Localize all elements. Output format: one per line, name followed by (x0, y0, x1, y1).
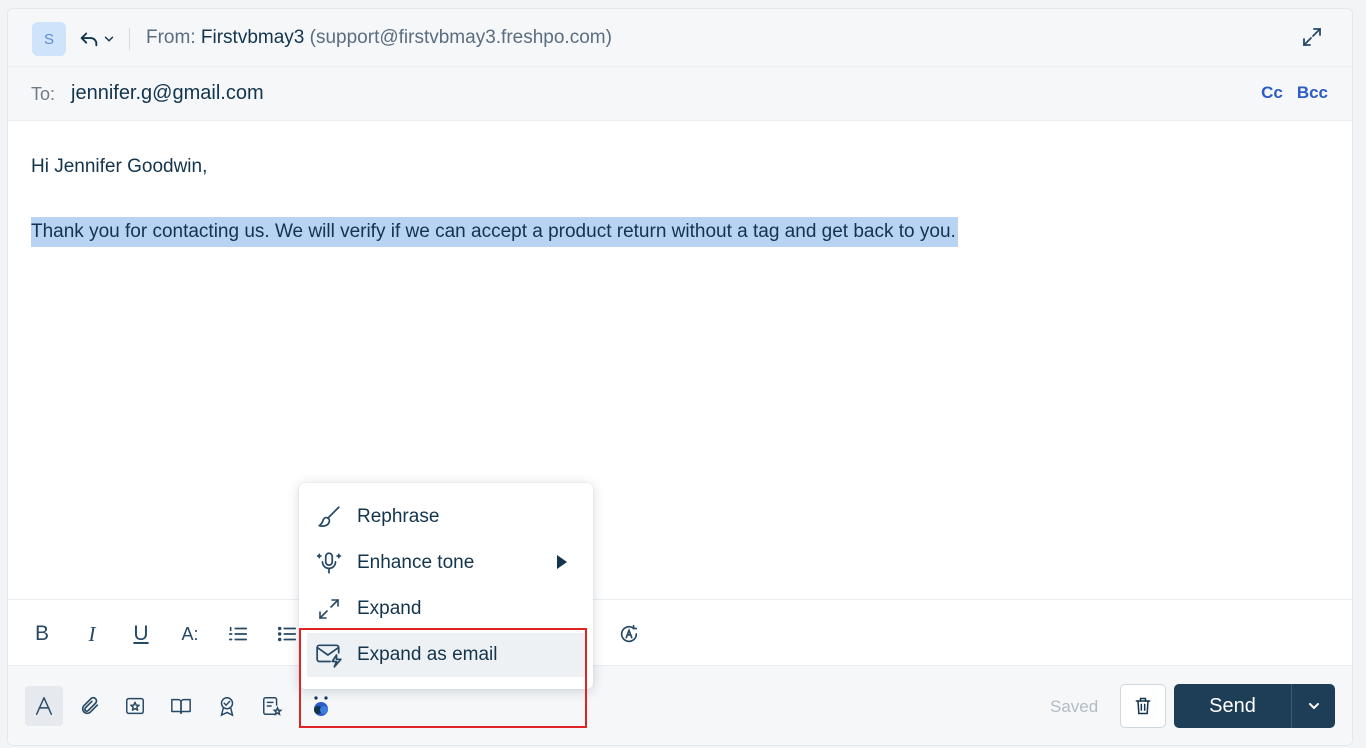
menu-item-expand[interactable]: Expand (307, 587, 585, 631)
chevron-down-icon (104, 36, 114, 42)
microphone-sparkle-icon (315, 549, 343, 577)
discard-draft-button[interactable] (1120, 684, 1166, 728)
underline-button[interactable]: U (127, 620, 155, 648)
expand-arrows-icon (315, 595, 343, 623)
italic-icon: I (88, 621, 96, 646)
divider (129, 28, 130, 50)
underline-icon: U (133, 622, 149, 645)
message-body[interactable]: Hi Jennifer Goodwin, Thank you for conta… (31, 153, 1331, 247)
bold-button[interactable]: B (28, 620, 56, 648)
menu-item-expand-as-email[interactable]: Expand as email (307, 633, 585, 677)
to-recipient[interactable]: jennifer.g@gmail.com (71, 82, 264, 105)
chevron-down-icon (1308, 703, 1319, 710)
expand-icon (1303, 28, 1321, 46)
freddy-ai-icon (314, 696, 328, 716)
solution-article-button[interactable] (162, 686, 200, 726)
reply-editor: S From: Firstvbmay3 (support@firstvbmay3… (7, 8, 1353, 746)
attach-button[interactable] (71, 686, 109, 726)
from-label: From: (146, 27, 196, 48)
trash-icon (1135, 697, 1151, 715)
reply-icon (80, 32, 98, 47)
cc-bcc-links: Cc Bcc (1261, 83, 1328, 103)
action-bar: Saved Send (8, 665, 1352, 745)
format-toolbar: B I U A: (8, 599, 1352, 665)
fullscreen-button[interactable] (1300, 25, 1324, 49)
saved-status: Saved (1050, 697, 1099, 716)
freddy-ai-button[interactable] (302, 686, 340, 726)
brush-icon (315, 503, 343, 531)
menu-item-label: Expand as email (357, 644, 498, 665)
template-star-icon (263, 697, 283, 716)
menu-item-enhance-tone[interactable]: Enhance tone (307, 541, 585, 585)
to-row: To: jennifer.g@gmail.com Cc Bcc (8, 67, 1352, 121)
template-button[interactable] (253, 686, 291, 726)
avatar: S (32, 22, 66, 56)
from-name: Firstvbmay3 (200, 27, 305, 48)
menu-item-rephrase[interactable]: Rephrase (307, 495, 585, 539)
submenu-arrow-icon (557, 555, 567, 569)
text-format-icon (35, 697, 53, 715)
italic-button[interactable]: I (78, 620, 106, 648)
bcc-link[interactable]: Bcc (1297, 83, 1328, 103)
from-email: (support@firstvbmay3.freshpo.com) (309, 27, 612, 48)
text-format-toggle[interactable] (25, 686, 63, 726)
selected-text: Thank you for contacting us. We will ver… (31, 217, 958, 247)
ai-actions-menu: Rephrase Enhance tone Expand Expand as e… (299, 483, 593, 689)
award-icon (220, 697, 234, 717)
font-size-icon: A: (181, 623, 199, 644)
from-line[interactable]: From: Firstvbmay3 (support@firstvbmay3.f… (146, 27, 612, 49)
bullet-list-icon (277, 626, 297, 642)
from-row: S From: Firstvbmay3 (support@firstvbmay3… (8, 9, 1352, 67)
mail-bolt-icon (315, 641, 343, 669)
menu-item-label: Rephrase (357, 506, 440, 527)
spell-check-button[interactable] (615, 620, 643, 648)
canned-response-button[interactable] (116, 686, 154, 726)
bullet-list-button[interactable] (273, 620, 301, 648)
reply-type-dropdown[interactable] (78, 25, 122, 53)
cc-link[interactable]: Cc (1261, 83, 1283, 103)
menu-item-label: Enhance tone (357, 552, 475, 573)
send-options-dropdown[interactable] (1291, 684, 1335, 728)
numbered-list-button[interactable] (224, 620, 252, 648)
bold-icon: B (34, 622, 49, 645)
book-icon (171, 698, 191, 715)
numbered-list-icon (228, 626, 248, 641)
spell-check-icon (620, 624, 638, 643)
font-size-button[interactable]: A: (176, 620, 204, 648)
greeting-text: Hi Jennifer Goodwin, (31, 156, 208, 177)
paperclip-icon (81, 696, 99, 715)
canned-response-icon (126, 697, 144, 715)
to-label: To: (31, 84, 56, 104)
satisfaction-survey-button[interactable] (208, 686, 246, 726)
send-button[interactable]: Send (1174, 684, 1291, 728)
send-button-group: Send (1174, 684, 1335, 728)
menu-item-label: Expand (357, 598, 422, 619)
